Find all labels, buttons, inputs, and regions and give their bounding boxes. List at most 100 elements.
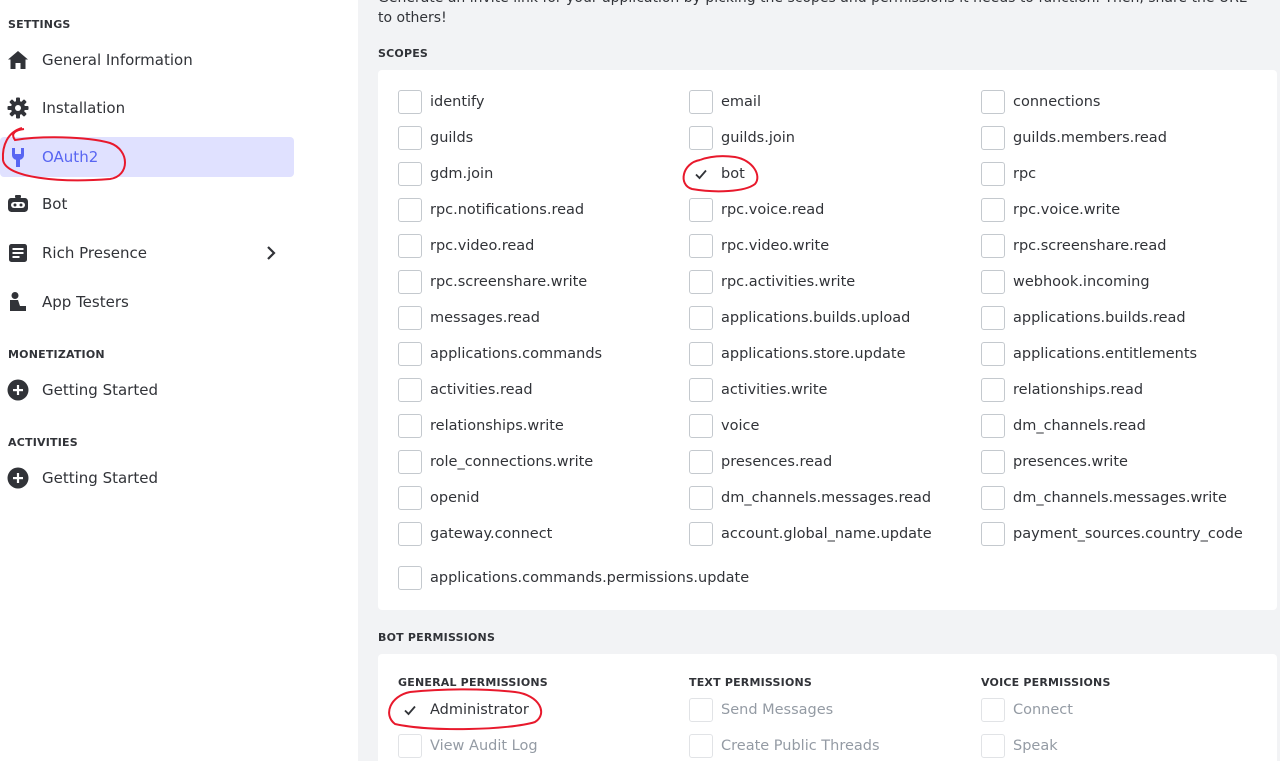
checkbox-box <box>689 486 713 510</box>
sidebar-item-general-information[interactable]: General Information <box>0 40 294 80</box>
scope-checkbox-messages-read[interactable]: messages.read <box>398 306 540 330</box>
checkbox-box <box>398 450 422 474</box>
scope-checkbox-rpc-voice-read[interactable]: rpc.voice.read <box>689 198 824 222</box>
sidebar-item-activities-getting-started[interactable]: Getting Started <box>0 458 294 498</box>
scope-checkbox-rpc-screenshare-read[interactable]: rpc.screenshare.read <box>981 234 1166 258</box>
scope-checkbox-bot[interactable]: bot <box>689 162 745 186</box>
scope-label: activities.read <box>430 382 533 398</box>
scope-checkbox-activities-read[interactable]: activities.read <box>398 378 533 402</box>
sidebar-item-label: General Information <box>42 51 193 69</box>
scope-checkbox-rpc-screenshare-write[interactable]: rpc.screenshare.write <box>398 270 587 294</box>
scope-checkbox-presences-write[interactable]: presences.write <box>981 450 1128 474</box>
sidebar-item-rich-presence[interactable]: Rich Presence <box>0 233 294 273</box>
checkbox-box <box>398 234 422 258</box>
scope-checkbox-guilds[interactable]: guilds <box>398 126 473 150</box>
scope-label: webhook.incoming <box>1013 274 1150 290</box>
scope-checkbox-identify[interactable]: identify <box>398 90 485 114</box>
scope-checkbox-guilds-join[interactable]: guilds.join <box>689 126 795 150</box>
scope-checkbox-openid[interactable]: openid <box>398 486 479 510</box>
checkbox-box <box>981 522 1005 546</box>
checkbox-box <box>981 414 1005 438</box>
checkbox-box <box>981 486 1005 510</box>
sidebar-item-label: App Testers <box>42 293 129 311</box>
sidebar-item-oauth2[interactable]: OAuth2 <box>0 137 294 177</box>
sidebar-item-app-testers[interactable]: App Testers <box>0 282 294 322</box>
sidebar-item-label: Bot <box>42 195 68 213</box>
scope-checkbox-rpc-activities-write[interactable]: rpc.activities.write <box>689 270 855 294</box>
scope-checkbox-guilds-members-read[interactable]: guilds.members.read <box>981 126 1167 150</box>
checkbox-box <box>981 90 1005 114</box>
checkbox-box <box>398 342 422 366</box>
checkbox-box <box>398 414 422 438</box>
permission-checkbox-connect[interactable]: Connect <box>981 698 1073 722</box>
scope-label: rpc <box>1013 166 1037 182</box>
checkbox-box <box>981 126 1005 150</box>
checkbox-box <box>689 126 713 150</box>
scope-checkbox-gdm-join[interactable]: gdm.join <box>398 162 493 186</box>
text-permissions-header: TEXT PERMISSIONS <box>689 676 813 689</box>
scope-checkbox-connections[interactable]: connections <box>981 90 1100 114</box>
scope-checkbox-activities-write[interactable]: activities.write <box>689 378 827 402</box>
scope-checkbox-applications-commands-permissions-update[interactable]: applications.commands.permissions.update <box>398 566 749 590</box>
scope-checkbox-rpc-video-read[interactable]: rpc.video.read <box>398 234 534 258</box>
scope-label: gateway.connect <box>430 526 553 542</box>
scope-checkbox-rpc-video-write[interactable]: rpc.video.write <box>689 234 829 258</box>
scope-label: activities.write <box>721 382 828 398</box>
scope-checkbox-dm-channels-messages-write[interactable]: dm_channels.messages.write <box>981 486 1227 510</box>
scope-label: applications.store.update <box>721 346 906 362</box>
checkbox-box <box>981 734 1005 758</box>
scope-checkbox-applications-store-update[interactable]: applications.store.update <box>689 342 906 366</box>
scope-label: applications.commands <box>430 346 603 362</box>
scope-checkbox-relationships-write[interactable]: relationships.write <box>398 414 564 438</box>
scope-checkbox-rpc-voice-write[interactable]: rpc.voice.write <box>981 198 1120 222</box>
checkbox-box <box>981 306 1005 330</box>
sidebar-item-monetization-getting-started[interactable]: Getting Started <box>0 370 294 410</box>
chevron-right-icon <box>262 244 280 266</box>
scope-label: presences.read <box>721 454 833 470</box>
permission-checkbox-administrator[interactable]: Administrator <box>398 698 529 722</box>
permission-checkbox-view-audit-log[interactable]: View Audit Log <box>398 734 538 758</box>
scope-checkbox-email[interactable]: email <box>689 90 761 114</box>
scope-checkbox-account-global-name-update[interactable]: account.global_name.update <box>689 522 932 546</box>
home-icon <box>7 49 29 71</box>
checkbox-box <box>981 270 1005 294</box>
scope-label: guilds <box>430 130 474 146</box>
intro-text: Generate an invite link for your applica… <box>378 0 1247 26</box>
sidebar-item-label: Rich Presence <box>42 244 147 262</box>
checkbox-box <box>689 270 713 294</box>
scope-checkbox-applications-builds-read[interactable]: applications.builds.read <box>981 306 1186 330</box>
scope-checkbox-applications-entitlements[interactable]: applications.entitlements <box>981 342 1197 366</box>
scope-label: guilds.join <box>721 130 795 146</box>
permission-label: Speak <box>1013 738 1058 754</box>
scope-label: account.global_name.update <box>721 526 932 542</box>
scope-checkbox-applications-commands[interactable]: applications.commands <box>398 342 602 366</box>
sidebar-item-installation[interactable]: Installation <box>0 88 294 128</box>
scope-checkbox-dm-channels-read[interactable]: dm_channels.read <box>981 414 1146 438</box>
checkbox-box <box>689 378 713 402</box>
scope-checkbox-voice[interactable]: voice <box>689 414 759 438</box>
scope-checkbox-dm-channels-messages-read[interactable]: dm_channels.messages.read <box>689 486 931 510</box>
scope-label: identify <box>430 94 485 110</box>
permission-checkbox-create-public-threads[interactable]: Create Public Threads <box>689 734 880 758</box>
scope-checkbox-webhook-incoming[interactable]: webhook.incoming <box>981 270 1150 294</box>
scope-checkbox-relationships-read[interactable]: relationships.read <box>981 378 1143 402</box>
permission-checkbox-send-messages[interactable]: Send Messages <box>689 698 833 722</box>
checkbox-box <box>689 342 713 366</box>
scope-checkbox-payment-sources-country-code[interactable]: payment_sources.country_code <box>981 522 1243 546</box>
scope-label: rpc.voice.write <box>1013 202 1121 218</box>
checkbox-box <box>981 698 1005 722</box>
sidebar-item-bot[interactable]: Bot <box>0 184 294 224</box>
scope-checkbox-presences-read[interactable]: presences.read <box>689 450 832 474</box>
checkbox-box <box>981 162 1005 186</box>
scope-checkbox-rpc[interactable]: rpc <box>981 162 1036 186</box>
scope-label: relationships.write <box>430 418 564 434</box>
scope-label: voice <box>721 418 760 434</box>
scope-checkbox-applications-builds-upload[interactable]: applications.builds.upload <box>689 306 910 330</box>
permission-checkbox-speak[interactable]: Speak <box>981 734 1058 758</box>
scope-checkbox-role-connections-write[interactable]: role_connections.write <box>398 450 593 474</box>
scope-label: rpc.screenshare.write <box>430 274 588 290</box>
scope-checkbox-gateway-connect[interactable]: gateway.connect <box>398 522 552 546</box>
scope-label: relationships.read <box>1013 382 1144 398</box>
general-permissions-header: GENERAL PERMISSIONS <box>398 676 548 689</box>
scope-checkbox-rpc-notifications-read[interactable]: rpc.notifications.read <box>398 198 584 222</box>
